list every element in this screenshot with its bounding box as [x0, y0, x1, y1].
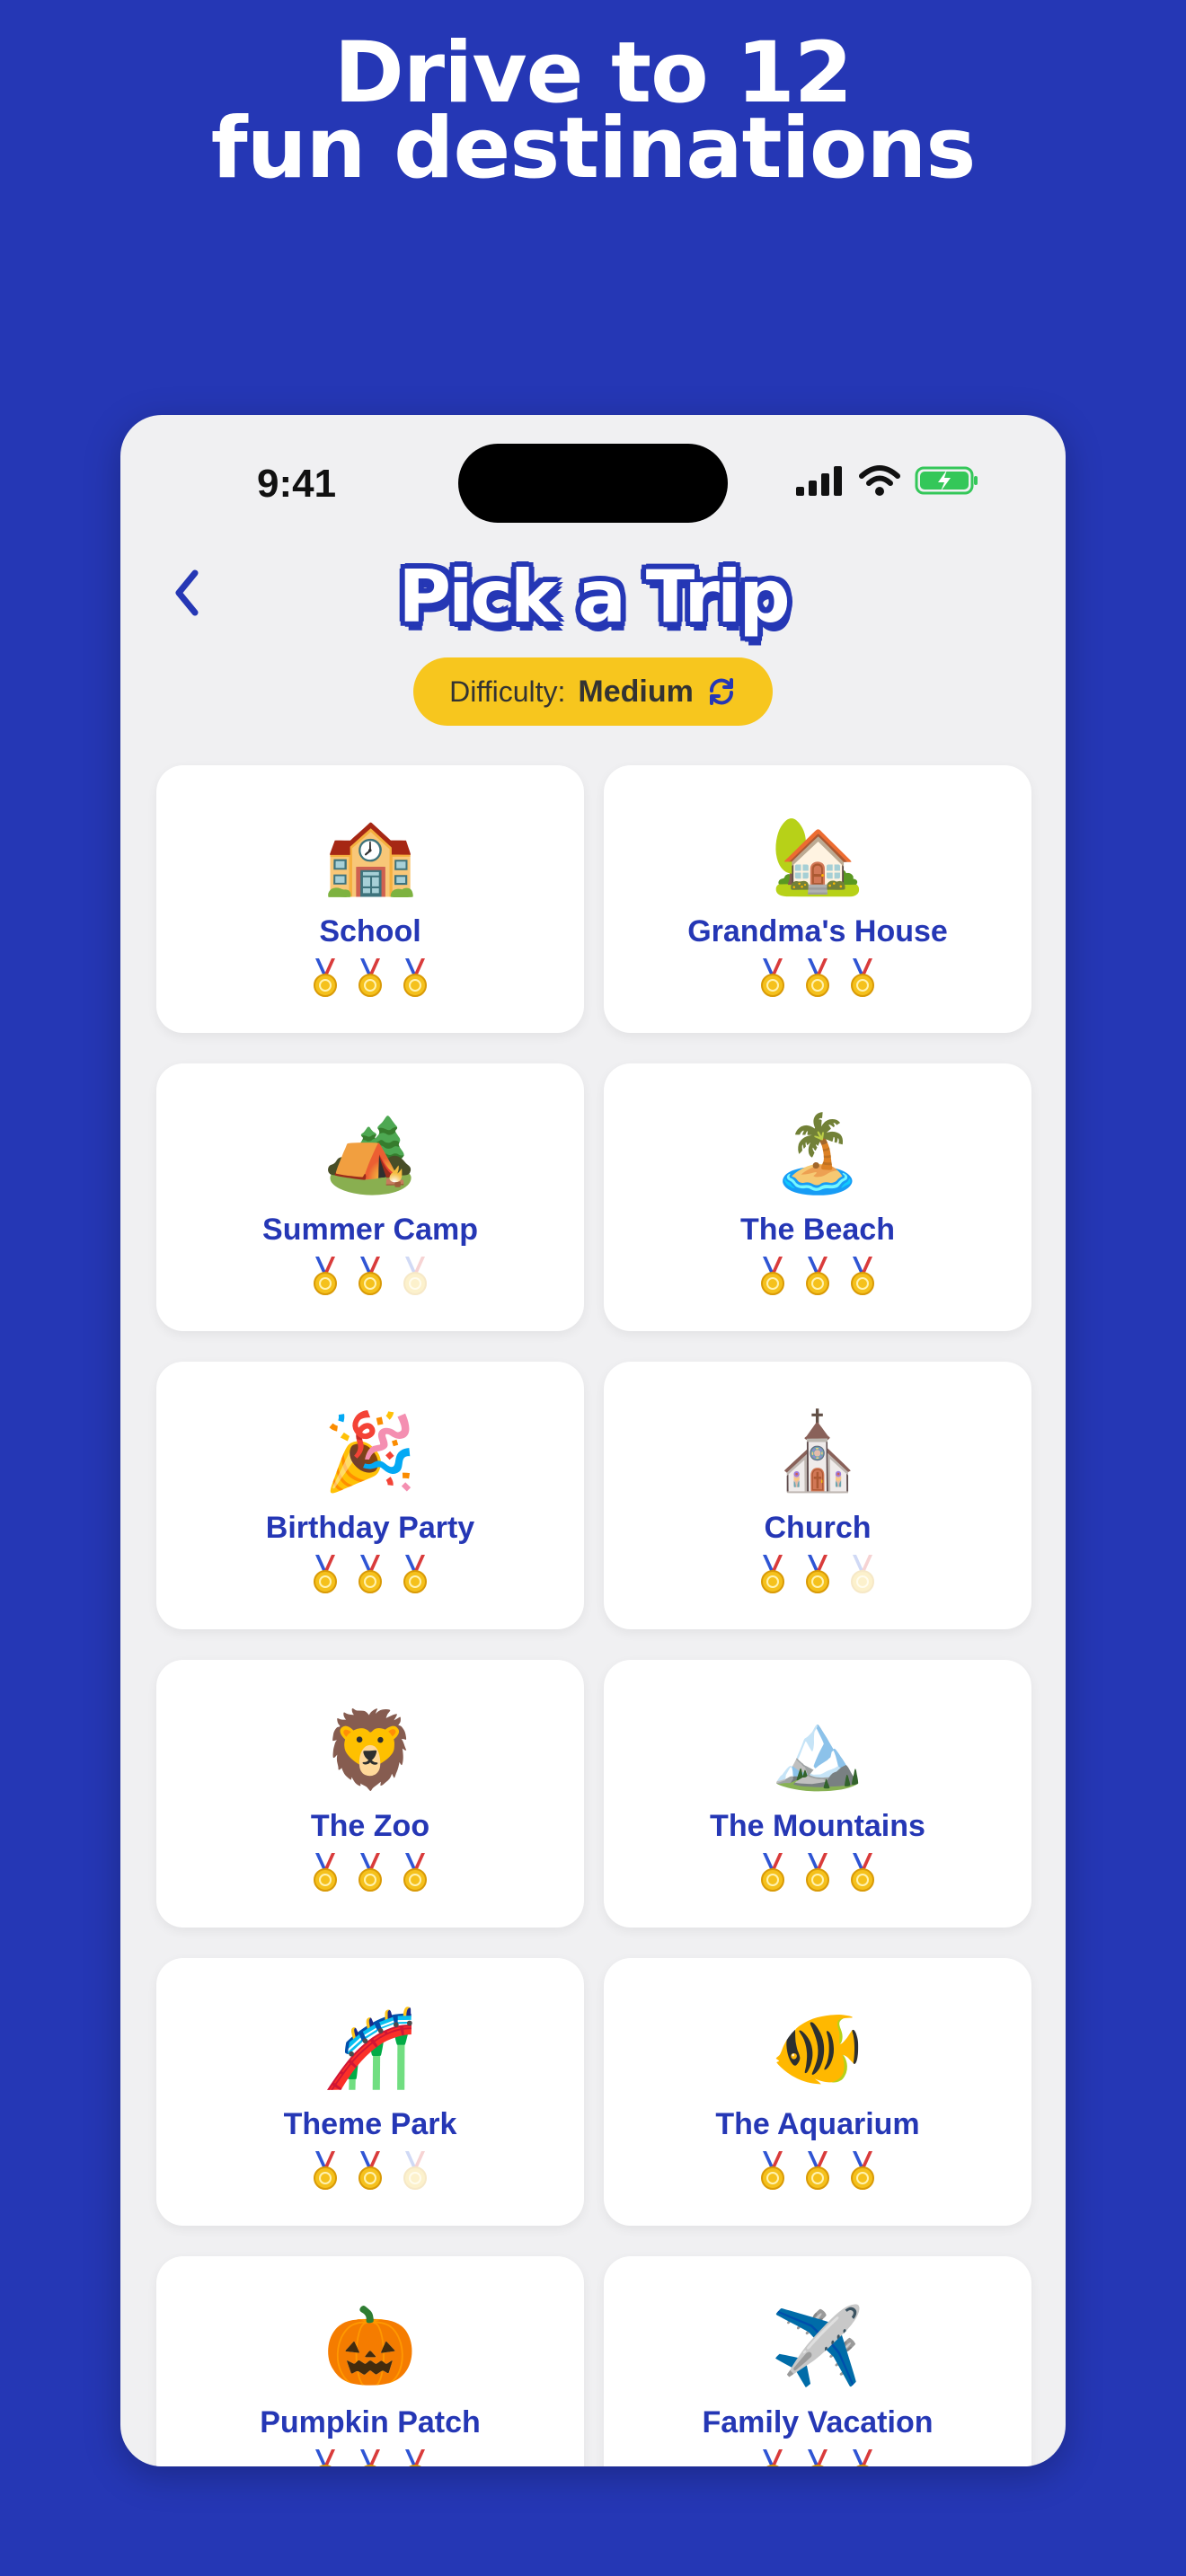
destination-card[interactable]: 🏕️ Summer Camp: [156, 1063, 584, 1331]
medal-earned-icon: [398, 1853, 432, 1892]
medal-locked-icon: [398, 1257, 432, 1296]
medal-row: [308, 1853, 432, 1892]
medal-earned-icon: [308, 1257, 342, 1296]
medal-earned-icon: [353, 958, 387, 998]
refresh-icon: [709, 678, 733, 705]
destination-name: Family Vacation: [702, 2405, 934, 2439]
destination-name: The Beach: [740, 1213, 895, 1247]
medal-earned-icon: [801, 1555, 835, 1594]
medal-earned-icon: [353, 1555, 387, 1594]
medal-earned-icon: [845, 2151, 880, 2191]
medal-earned-icon: [845, 1257, 880, 1296]
destination-emoji-icon: ✈️: [770, 2302, 865, 2390]
destination-card[interactable]: 🎃 Pumpkin Patch: [156, 2256, 584, 2466]
promo-headline: Drive to 12 fun destinations: [0, 31, 1186, 198]
headline-line-2: fun destinations: [210, 100, 977, 198]
medal-row: [308, 1257, 432, 1296]
destination-name: The Aquarium: [715, 2107, 920, 2141]
destination-name: Birthday Party: [265, 1511, 475, 1545]
medal-earned-icon: [801, 1853, 835, 1892]
medal-locked-icon: [845, 1555, 880, 1594]
destination-card[interactable]: 🦁 The Zoo: [156, 1660, 584, 1928]
medal-row: [308, 958, 432, 998]
medal-row: [308, 2151, 432, 2191]
medal-earned-icon: [308, 2449, 342, 2466]
medal-earned-icon: [756, 2151, 790, 2191]
status-time: 9:41: [257, 462, 337, 506]
destination-emoji-icon: 🏫: [323, 811, 418, 899]
destination-name: Church: [764, 1511, 872, 1545]
destination-emoji-icon: 🏝️: [770, 1109, 865, 1197]
medal-earned-icon: [801, 2151, 835, 2191]
destination-emoji-icon: 🐠: [770, 2004, 865, 2092]
medal-earned-icon: [308, 2151, 342, 2191]
destination-emoji-icon: 🏡: [770, 811, 865, 899]
medal-earned-icon: [801, 958, 835, 998]
phone-screen: 9:41 Pick a Trip Difficulty: Medium 🏫 Sc…: [120, 415, 1066, 2466]
cellular-signal-icon: [796, 466, 842, 496]
difficulty-toggle[interactable]: Difficulty: Medium: [413, 657, 773, 726]
destination-emoji-icon: 🏔️: [770, 1706, 865, 1794]
destination-card[interactable]: 🏝️ The Beach: [604, 1063, 1031, 1331]
medal-earned-icon: [756, 1555, 790, 1594]
medal-row: [756, 1853, 880, 1892]
difficulty-value: Medium: [578, 674, 694, 709]
medal-earned-icon: [756, 2449, 790, 2466]
medal-earned-icon: [398, 958, 432, 998]
medal-earned-icon: [353, 1257, 387, 1296]
destination-name: Pumpkin Patch: [260, 2405, 481, 2439]
medal-earned-icon: [756, 958, 790, 998]
medal-earned-icon: [353, 2151, 387, 2191]
destination-card[interactable]: 🎢 Theme Park: [156, 1958, 584, 2226]
destination-card[interactable]: ✈️ Family Vacation: [604, 2256, 1031, 2466]
destination-card[interactable]: 🏡 Grandma's House: [604, 765, 1031, 1033]
difficulty-label: Difficulty:: [449, 675, 566, 708]
medal-earned-icon: [308, 1555, 342, 1594]
medal-earned-icon: [845, 958, 880, 998]
destination-name: Summer Camp: [262, 1213, 478, 1247]
medal-earned-icon: [801, 1257, 835, 1296]
medal-earned-icon: [353, 2449, 387, 2466]
medal-row: [756, 2151, 880, 2191]
page-title: Pick a Trip: [398, 555, 790, 639]
medal-earned-icon: [353, 1853, 387, 1892]
destination-emoji-icon: 🏕️: [323, 1109, 418, 1197]
destination-card[interactable]: 🎉 Birthday Party: [156, 1362, 584, 1629]
medal-row: [308, 1555, 432, 1594]
destination-name: The Mountains: [710, 1809, 925, 1843]
destination-emoji-icon: 🎃: [323, 2302, 418, 2390]
medal-row: [308, 2449, 432, 2466]
wifi-icon: [859, 465, 900, 496]
destination-emoji-icon: ⛪: [770, 1407, 865, 1495]
medal-row: [756, 2449, 880, 2466]
status-icons: [796, 465, 979, 496]
destination-emoji-icon: 🎢: [323, 2004, 418, 2092]
medal-earned-icon: [845, 1853, 880, 1892]
destination-emoji-icon: 🎉: [323, 1407, 418, 1495]
medal-earned-icon: [756, 1257, 790, 1296]
medal-earned-icon: [308, 1853, 342, 1892]
destination-name: The Zoo: [310, 1809, 430, 1843]
battery-charging-icon: [915, 466, 978, 495]
dynamic-island: [458, 444, 728, 523]
medal-earned-icon: [398, 1555, 432, 1594]
destination-name: School: [319, 914, 421, 948]
destination-card[interactable]: 🏔️ The Mountains: [604, 1660, 1031, 1928]
medal-row: [756, 1555, 880, 1594]
medal-earned-icon: [398, 2449, 432, 2466]
medal-locked-icon: [398, 2151, 432, 2191]
medal-earned-icon: [801, 2449, 835, 2466]
destination-emoji-icon: 🦁: [323, 1706, 418, 1794]
destination-name: Grandma's House: [687, 914, 948, 948]
medal-row: [756, 1257, 880, 1296]
destinations-grid: 🏫 School 🏡 Grandma's House 🏕️ Summer Camp 🏝️ Th…: [156, 765, 1031, 2466]
medal-earned-icon: [845, 2449, 880, 2466]
medal-earned-icon: [308, 958, 342, 998]
destination-card[interactable]: 🏫 School: [156, 765, 584, 1033]
medal-earned-icon: [756, 1853, 790, 1892]
destination-name: Theme Park: [283, 2107, 457, 2141]
destination-card[interactable]: 🐠 The Aquarium: [604, 1958, 1031, 2226]
medal-row: [756, 958, 880, 998]
destination-card[interactable]: ⛪ Church: [604, 1362, 1031, 1629]
